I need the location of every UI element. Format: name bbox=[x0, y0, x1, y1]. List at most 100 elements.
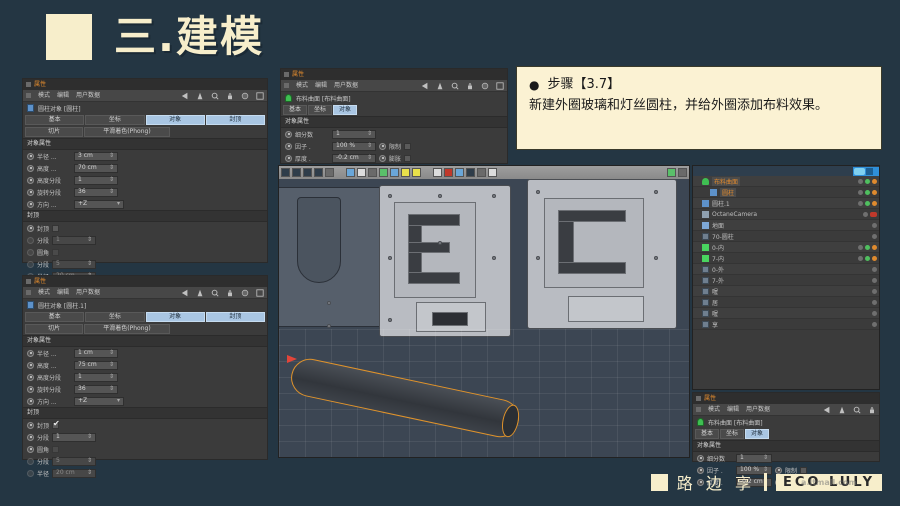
field-height-segments[interactable]: 高度分段 1 ⇕ bbox=[23, 174, 267, 186]
menu-mode[interactable]: 模式 bbox=[296, 82, 308, 89]
stepper-icon[interactable]: ⇕ bbox=[109, 164, 114, 172]
object-tags[interactable] bbox=[858, 200, 877, 206]
object-manager-row[interactable]: 7-外 bbox=[693, 275, 879, 286]
field-orientation[interactable]: 方向 ... +Z ▾ bbox=[23, 395, 267, 407]
radio-icon[interactable] bbox=[27, 457, 34, 465]
visibility-dot-icon[interactable] bbox=[858, 255, 863, 261]
menu-userdata[interactable]: 用户数据 bbox=[334, 82, 358, 89]
object-tags[interactable] bbox=[872, 266, 877, 272]
attributes-panel-cylinder-1[interactable]: 属性 模式 编辑 用户数据 圆柱对象 [圆柱.1] 基本 坐标 对象 封顶 切片… bbox=[22, 275, 268, 478]
stepper-icon[interactable]: ⇕ bbox=[367, 142, 372, 150]
radio-icon[interactable] bbox=[27, 200, 34, 208]
object-manager-row[interactable]: 布料曲面 bbox=[693, 176, 879, 187]
object-manager-row[interactable]: 地面 bbox=[693, 220, 879, 231]
radio-icon[interactable] bbox=[27, 349, 34, 357]
cap-checkbox[interactable] bbox=[52, 420, 60, 429]
field-fillet-enable[interactable]: 圆角 bbox=[23, 443, 267, 455]
tabbar[interactable]: 基本 坐标 对象 bbox=[281, 104, 507, 116]
tabbar-row1[interactable]: 基本 坐标 对象 封顶 bbox=[23, 114, 267, 126]
tag-icon[interactable] bbox=[865, 189, 870, 195]
mode-toggle-icon[interactable] bbox=[696, 407, 701, 412]
object-manager-list[interactable]: 布料曲面 圆柱 圆柱.1 OctaneCamera 地面 70-圆柱 0-内 7-内 0-外 7-… bbox=[693, 176, 879, 330]
panel-titlebar[interactable]: 属性 bbox=[23, 276, 267, 287]
material-swatch[interactable] bbox=[488, 168, 497, 177]
tag-icon[interactable] bbox=[865, 200, 870, 206]
radio-icon[interactable] bbox=[27, 152, 34, 160]
field-cap-segments[interactable]: 分段 1 ⇕ bbox=[23, 234, 267, 246]
stepper-icon[interactable]: ⇕ bbox=[109, 176, 114, 184]
menu-mode[interactable]: 模式 bbox=[708, 406, 720, 413]
tab-cap[interactable]: 封顶 bbox=[205, 115, 265, 125]
panel-titlebar[interactable]: 属性 bbox=[281, 69, 507, 80]
tabbar-row2[interactable]: 切片 平滑着色(Phong) bbox=[23, 126, 267, 138]
object-tags[interactable] bbox=[872, 233, 877, 239]
object-manager-row[interactable]: 0-外 bbox=[693, 264, 879, 275]
object-manager-row[interactable]: 7-内 bbox=[693, 253, 879, 264]
pin-icon[interactable] bbox=[196, 289, 204, 297]
viewport-scene[interactable] bbox=[279, 179, 689, 457]
radio-icon[interactable] bbox=[27, 373, 34, 381]
stepper-icon[interactable]: ⇕ bbox=[109, 349, 114, 357]
field-value[interactable]: 20 cm ⇕ bbox=[52, 468, 97, 478]
field-subdivision[interactable]: 细分数 1 ⇕ bbox=[281, 128, 507, 140]
field-height-segments[interactable]: 高度分段 1 ⇕ bbox=[23, 371, 267, 383]
object-tags[interactable] bbox=[872, 299, 877, 305]
object-manager-row[interactable]: 圆柱 bbox=[693, 187, 879, 198]
attributes-panel-cloth-top[interactable]: 属性 模式 编辑 用户数据 布料曲面 [布料曲面] 基本 坐标 对象 对象属性 … bbox=[280, 68, 508, 164]
radio-icon[interactable] bbox=[27, 469, 34, 477]
layout-icon[interactable] bbox=[496, 81, 504, 90]
material-swatch[interactable] bbox=[390, 168, 399, 177]
search-icon[interactable] bbox=[211, 92, 219, 100]
stepper-icon[interactable]: ⇕ bbox=[109, 373, 114, 381]
lock-icon[interactable] bbox=[466, 82, 474, 90]
material-swatch[interactable] bbox=[444, 168, 453, 177]
stepper-icon[interactable]: ⇕ bbox=[109, 188, 114, 196]
object-manager[interactable]: 布料曲面 圆柱 圆柱.1 OctaneCamera 地面 70-圆柱 0-内 7-内 0-外 7-… bbox=[692, 165, 880, 390]
visibility-dot-icon[interactable] bbox=[872, 310, 877, 316]
field-value[interactable]: +Z ▾ bbox=[74, 199, 124, 209]
field-fillet-segments[interactable]: 分段 5 ⇕ bbox=[23, 455, 267, 467]
field-value[interactable]: 5 ⇕ bbox=[52, 456, 97, 466]
stepper-icon[interactable]: ⇕ bbox=[367, 154, 372, 162]
field-radius[interactable]: 半径 ... 3 cm ⇕ bbox=[23, 150, 267, 162]
material-swatch[interactable] bbox=[368, 168, 377, 177]
visibility-dot-icon[interactable] bbox=[863, 211, 868, 217]
field-value[interactable]: 1 ⇕ bbox=[736, 453, 772, 463]
menu-edit[interactable]: 编辑 bbox=[727, 406, 739, 413]
material-swatch[interactable] bbox=[379, 168, 388, 177]
radio-icon[interactable] bbox=[285, 154, 292, 162]
stepper-icon[interactable]: ⇕ bbox=[87, 469, 92, 477]
object-manager-row[interactable]: 喔 bbox=[693, 308, 879, 319]
material-swatch[interactable] bbox=[357, 168, 366, 177]
limit-checkbox[interactable] bbox=[404, 142, 412, 150]
field-fillet-segments[interactable]: 分段 5 ⇕ bbox=[23, 258, 267, 270]
visibility-dot-icon[interactable] bbox=[858, 178, 863, 184]
radio-icon[interactable] bbox=[285, 130, 292, 138]
menu-mode[interactable]: 模式 bbox=[38, 92, 50, 99]
back-arrow-icon[interactable] bbox=[421, 82, 429, 90]
field-factor[interactable]: 因子 . 100 % ⇕ 限制 bbox=[281, 140, 507, 152]
tag-icon[interactable] bbox=[872, 244, 877, 250]
visibility-dot-icon[interactable] bbox=[872, 299, 877, 305]
tab-object[interactable]: 对象 bbox=[145, 115, 205, 125]
cap-checkbox[interactable] bbox=[52, 224, 60, 232]
pin-icon[interactable] bbox=[838, 406, 846, 414]
tab-basic[interactable]: 基本 bbox=[695, 429, 720, 439]
mode-toggle-icon[interactable] bbox=[26, 93, 31, 98]
back-arrow-icon[interactable] bbox=[181, 289, 189, 297]
panel-menu-icon[interactable] bbox=[696, 396, 701, 401]
tab-phong[interactable]: 平滑着色(Phong) bbox=[84, 127, 170, 137]
radio-icon[interactable] bbox=[27, 361, 34, 369]
field-value[interactable]: 1 ⇕ bbox=[332, 129, 376, 139]
field-orientation[interactable]: 方向 ... +Z ▾ bbox=[23, 198, 267, 210]
material-swatch[interactable] bbox=[667, 168, 676, 177]
tab-object[interactable]: 对象 bbox=[745, 429, 770, 439]
tabbar-row1[interactable]: 基本 坐标 对象 封顶 bbox=[23, 311, 267, 323]
field-fillet-enable[interactable]: 圆角 bbox=[23, 246, 267, 258]
camera-tag-icon[interactable] bbox=[870, 211, 877, 217]
attributes-panel-cylinder[interactable]: 属性 模式 编辑 用户数据 圆柱对象 [圆柱] 基本 坐标 对象 封顶 切片 平… bbox=[22, 78, 268, 281]
tab-coord[interactable]: 坐标 bbox=[308, 105, 333, 115]
object-tags[interactable] bbox=[872, 222, 877, 228]
field-value[interactable]: +Z ▾ bbox=[74, 396, 124, 406]
object-manager-row[interactable]: 圆柱.1 bbox=[693, 198, 879, 209]
